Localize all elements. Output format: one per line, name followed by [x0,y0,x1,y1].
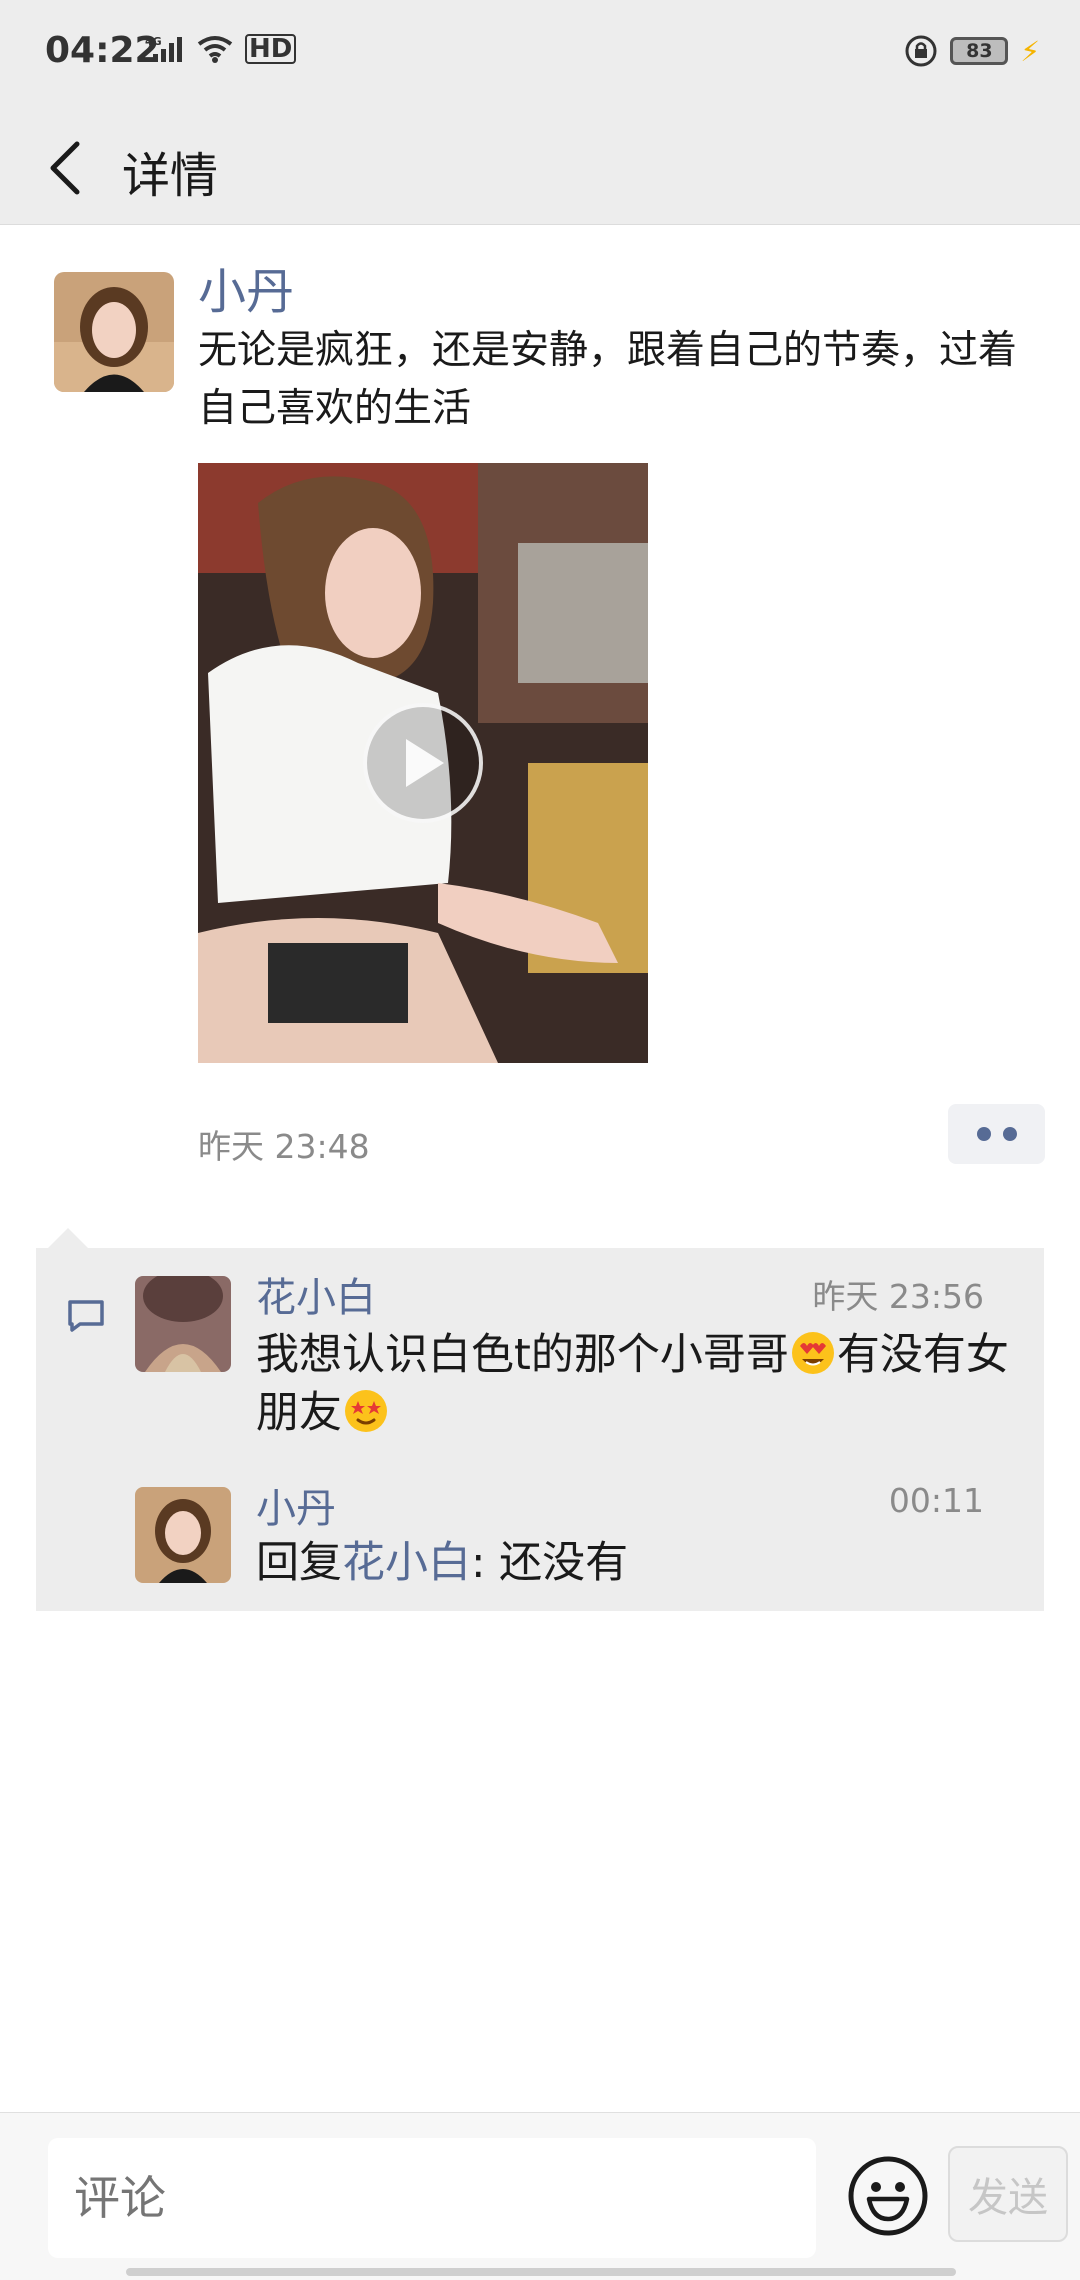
comment-text-part1: 我想认识白色t的那个小哥哥 [256,1330,789,1380]
comment-timestamp: 昨天 23:56 [812,1277,984,1316]
title-bar: 详情 [0,110,1080,225]
hd-icon: HD [245,34,297,64]
reply-text: : 还没有 [471,1538,629,1588]
video-thumbnail[interactable] [198,463,648,1063]
network-label: 4G [145,35,162,48]
comment-text: 回复花小白: 还没有 [256,1534,1016,1592]
reply-to-name[interactable]: 花小白 [342,1538,471,1588]
reply-prefix: 回复 [256,1538,342,1588]
post-timestamp: 昨天 23:48 [198,1127,370,1166]
battery-icon: 83 [950,37,1009,65]
emoji-button-icon[interactable] [847,2155,929,2237]
back-button[interactable] [30,128,100,208]
comment-bubble-icon [68,1300,104,1332]
wifi-icon [197,36,233,63]
comment-author[interactable]: 小丹 [256,1476,336,1534]
commenter-avatar[interactable] [135,1487,231,1583]
send-button[interactable]: 发送 [948,2146,1068,2242]
more-actions-button[interactable] [948,1104,1045,1164]
charging-icon: ⚡ [1020,34,1040,68]
post-text: 无论是疯狂，还是安静，跟着自己的节奏，过着自己喜欢的生活 [198,328,1018,431]
battery-level: 83 [966,40,993,62]
status-icons-left: 4G HD [145,34,297,64]
comment-timestamp: 00:11 [888,1481,984,1520]
play-icon [406,739,444,787]
comments-pointer [48,1228,88,1248]
more-dot-icon [1002,1127,1017,1141]
comment-author[interactable]: 花小白 [256,1265,376,1323]
heart-eyes-emoji-icon [791,1332,834,1374]
signal-icon: 4G [145,35,182,62]
page-title: 详情 [122,148,219,204]
comment-input[interactable] [48,2138,816,2258]
status-icons-right: 83 ⚡ [904,34,1040,68]
post-author-name[interactable]: 小丹 [198,252,294,322]
post-author-avatar[interactable] [54,272,174,392]
status-bar: 04:22 4G HD 83 ⚡ [0,0,1080,110]
comment-text: 我想认识白色t的那个小哥哥 有没有女朋友 [256,1326,1016,1442]
more-dot-icon [976,1127,991,1141]
commenter-avatar[interactable] [135,1276,231,1372]
starry-eyes-emoji-icon [345,1390,387,1432]
comment-input-bar: 发送 [0,2112,1080,2280]
play-button[interactable] [363,703,483,823]
navigation-hint-bar [126,2268,956,2276]
back-arrow-icon [50,141,80,195]
status-time: 04:22 [45,30,160,71]
rotation-lock-icon [905,35,937,67]
